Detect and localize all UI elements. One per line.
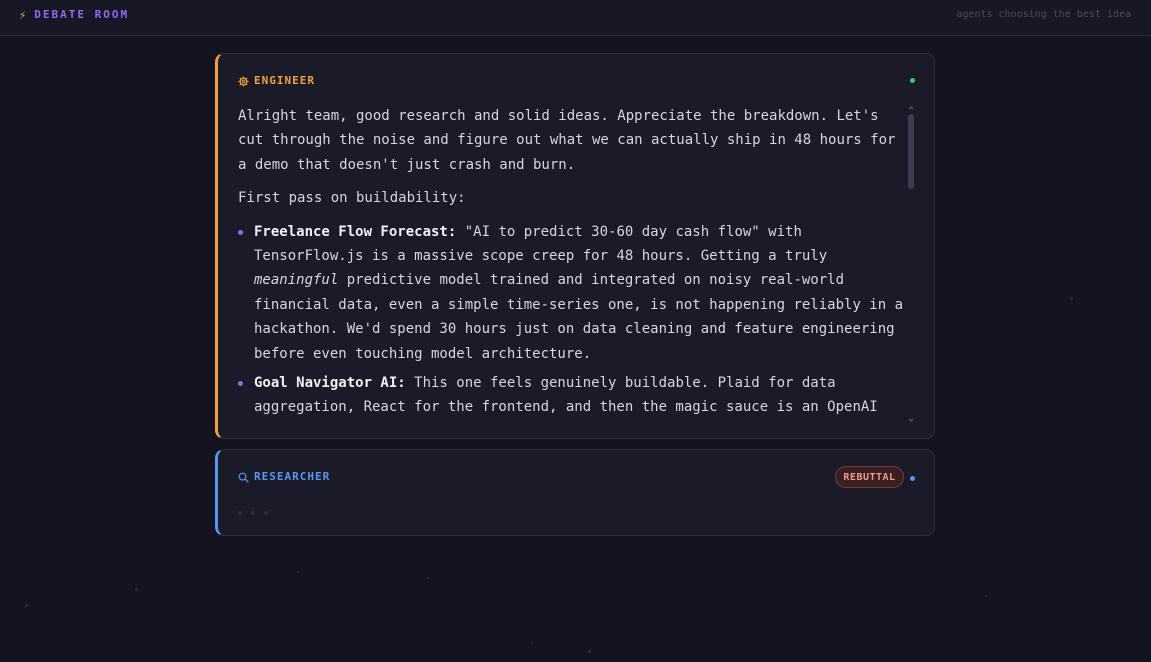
researcher-message-card: RESEARCHER REBUTTAL [215,449,935,536]
gear-icon [238,75,249,87]
researcher-status-dot [910,476,915,481]
scroll-down-arrow-icon[interactable] [908,419,914,422]
bullet-icon [238,381,243,387]
lightning-icon: ⚡ [19,8,27,22]
engineer-status-dot [910,78,915,83]
item-emphasis: meaningful [254,272,339,289]
researcher-header: RESEARCHER [238,470,330,484]
idea-list: Freelance Flow Forecast: "AI to predict … [238,220,903,424]
typing-dot [264,511,268,515]
app-tagline: agents choosing the best idea [956,9,1131,20]
message-subhead: First pass on buildability: [238,190,466,207]
typing-indicator [238,511,268,515]
background-speck [427,577,429,579]
app-title: DEBATE ROOM [34,8,130,21]
scroll-up-arrow-icon[interactable] [908,106,914,109]
engineer-message-body[interactable]: Alright team, good research and solid id… [238,104,903,424]
typing-dot [238,511,242,515]
list-item: Freelance Flow Forecast: "AI to predict … [238,220,903,366]
message-scrollbar[interactable] [908,104,914,422]
background-speck [135,588,138,591]
message-intro: Alright team, good research and solid id… [238,108,896,173]
background-speck [588,650,591,653]
researcher-role-label: RESEARCHER [254,470,331,483]
background-speck [985,595,987,597]
scrollbar-thumb[interactable] [908,114,914,189]
list-item: Goal Navigator AI: This one feels genuin… [238,371,903,424]
search-icon [238,472,249,483]
background-speck [531,642,533,644]
background-speck [1070,297,1073,300]
item-title: Freelance Flow Forecast: [254,223,457,240]
bullet-icon [238,229,243,235]
background-speck [25,604,28,607]
rebuttal-badge: REBUTTAL [835,466,904,488]
engineer-message-card: ENGINEER Alright team, good research and… [215,53,935,439]
item-text-continued: predictive model trained and integrated … [254,272,903,362]
top-bar: ⚡ DEBATE ROOM agents choosing the best i… [0,0,1151,36]
background-speck [297,571,299,573]
item-title: Goal Navigator AI: [254,375,406,392]
engineer-role-label: ENGINEER [254,74,315,87]
brand: ⚡ DEBATE ROOM [19,8,129,22]
typing-dot [251,511,255,515]
engineer-header: ENGINEER [238,74,315,88]
